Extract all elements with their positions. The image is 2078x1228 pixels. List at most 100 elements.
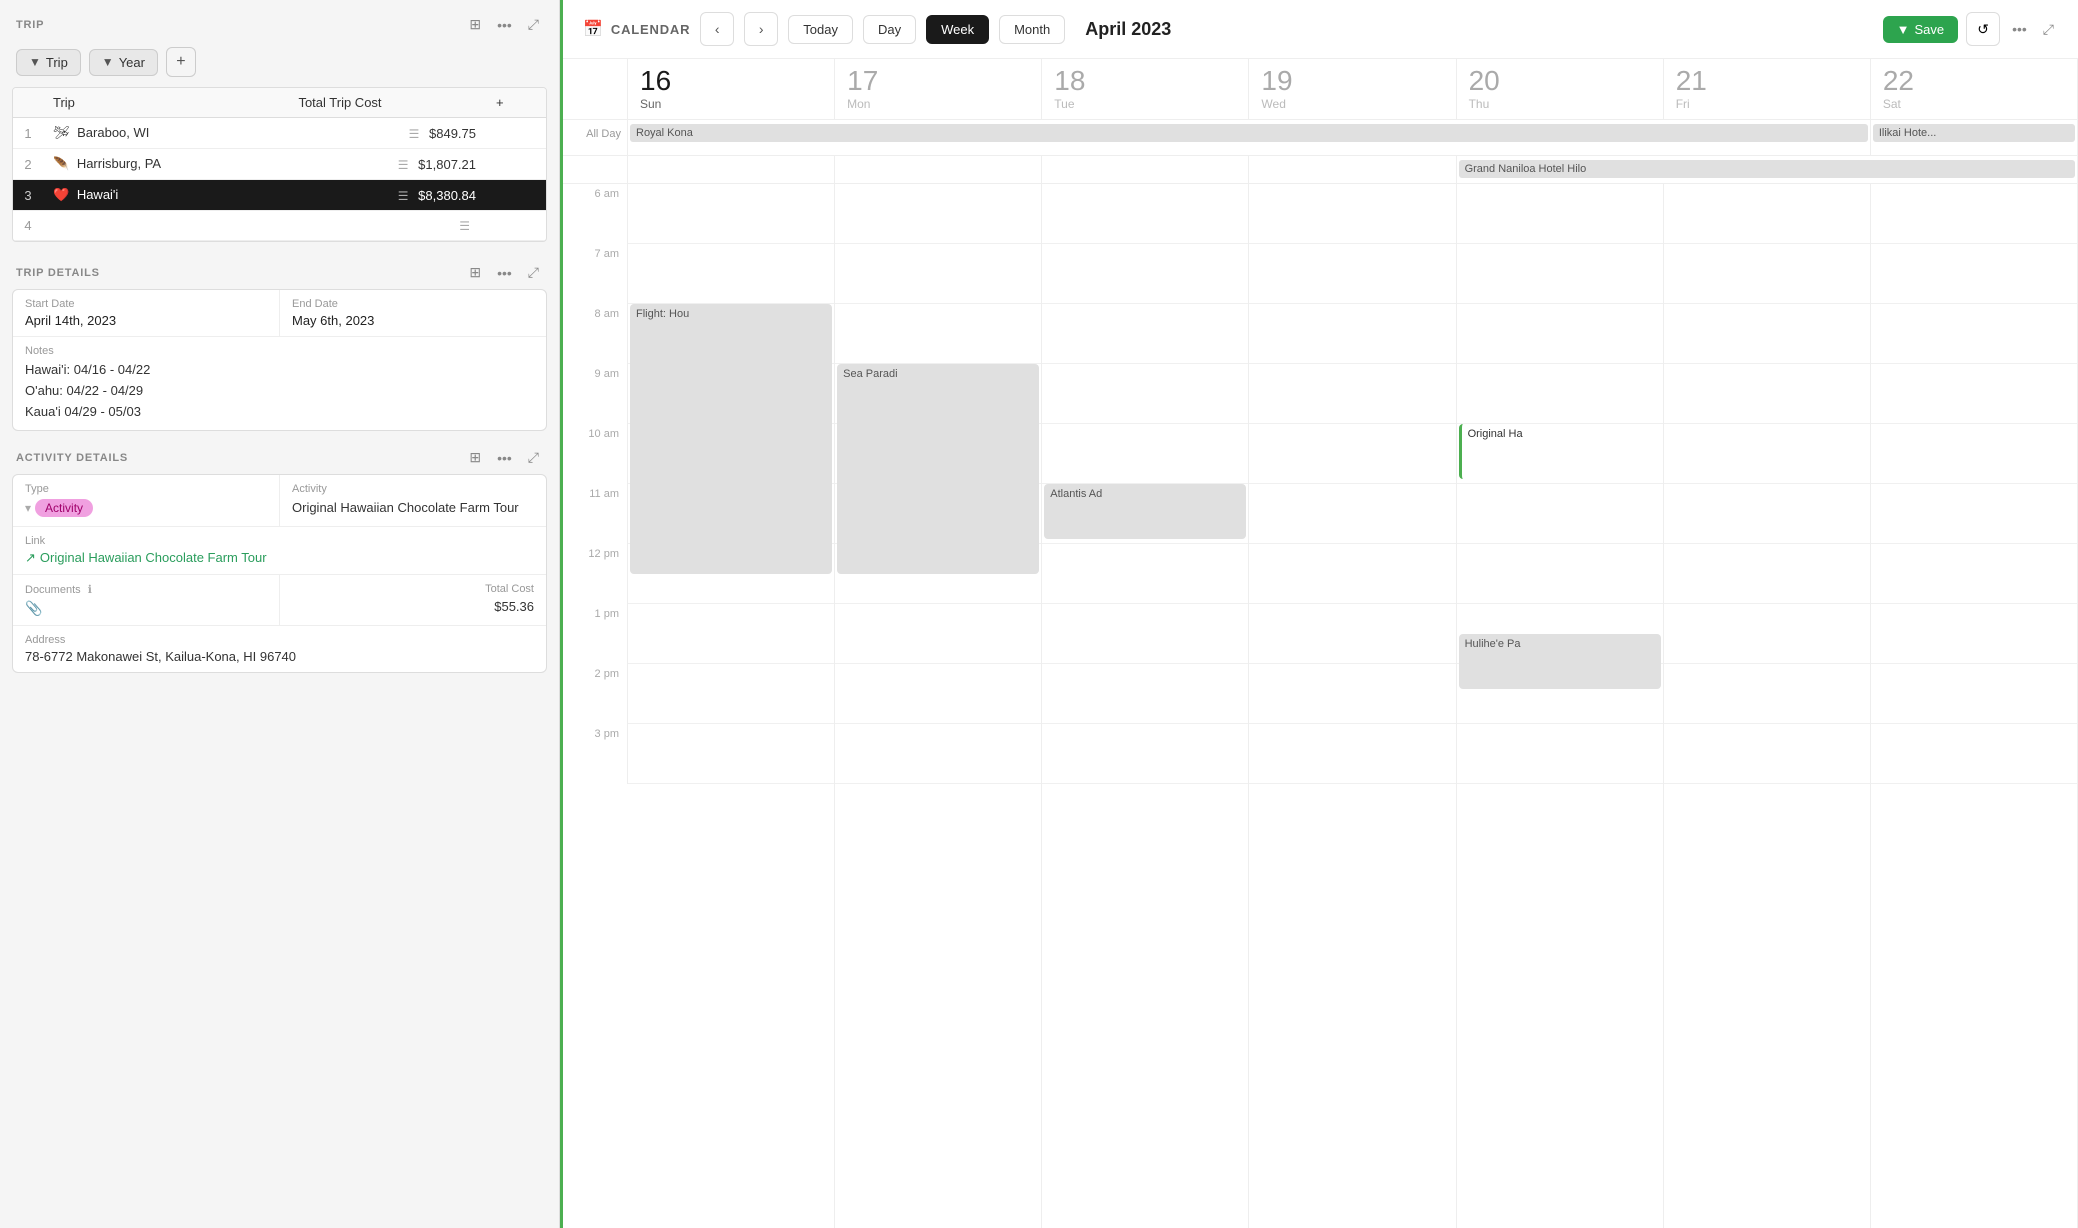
next-btn[interactable]: ›	[744, 12, 778, 46]
add-col-header[interactable]: +	[486, 88, 516, 118]
prev-btn[interactable]: ‹	[700, 12, 734, 46]
time-9am: 9 am	[563, 364, 628, 424]
hulihee-event[interactable]: Hulihe'e Pa	[1459, 634, 1661, 689]
day-name-mon: Mon	[847, 97, 1029, 111]
notes-line: Kaua'i 04/29 - 05/03	[25, 402, 534, 423]
activity-expand-btn[interactable]: ⤢	[524, 447, 543, 468]
notes-content[interactable]: Hawai'i: 04/16 - 04/22O'ahu: 04/22 - 04/…	[25, 360, 534, 422]
flight-event[interactable]: Flight: Hou	[630, 304, 832, 574]
today-btn[interactable]: Today	[788, 15, 853, 44]
total-cost-value[interactable]: $55.36	[292, 599, 534, 614]
start-date-value[interactable]: April 14th, 2023	[25, 313, 267, 328]
trip-section-header: TRIP ⊞ ••• ⤢	[0, 8, 559, 41]
year-funnel-icon: ▼	[102, 55, 114, 69]
day-col-tue: Atlantis Ad	[1042, 184, 1249, 1228]
activity-details-section: ACTIVITY DETAILS ⊞ ••• ⤢ Type ▾ Activity…	[12, 441, 547, 672]
cal-expand-btn[interactable]: ⤢	[2039, 19, 2058, 40]
notes-label: Notes	[25, 345, 534, 357]
save-filter-icon: ▼	[1897, 22, 1910, 37]
refresh-btn[interactable]: ↺	[1966, 12, 2000, 46]
notes-cell: Notes Hawai'i: 04/16 - 04/22O'ahu: 04/22…	[13, 337, 546, 430]
table-row[interactable]: 4 ☰	[13, 211, 546, 241]
trip-details-actions: ⊞ ••• ⤢	[465, 262, 543, 283]
day-name-tue: Tue	[1054, 97, 1236, 111]
royal-kona-bar[interactable]: Royal Kona	[630, 124, 1868, 142]
time-7am: 7 am	[563, 244, 628, 304]
activity-label: Activity	[292, 483, 534, 495]
cost-value: $849.75	[429, 126, 476, 141]
trip-emoji: 🛩	[53, 125, 70, 140]
time-12pm: 12 pm	[563, 544, 628, 604]
table-row[interactable]: 2 🪶 Harrisburg, PA ☰ $1,807.21	[13, 149, 546, 180]
month-year-label: April 2023	[1085, 19, 1171, 40]
filter-year-pill[interactable]: ▼ Year	[89, 49, 158, 76]
ilikai-allday: Ilikai Hote...	[1871, 120, 2078, 155]
day-name-wed: Wed	[1261, 97, 1443, 111]
day-header-mon: 17 Mon	[835, 59, 1042, 119]
trip-section-title: TRIP	[16, 19, 44, 31]
sea-paradise-event[interactable]: Sea Paradi	[837, 364, 1039, 574]
activity-more-btn[interactable]: •••	[493, 448, 516, 468]
add-filter-btn[interactable]: +	[166, 47, 196, 77]
trip-name	[43, 211, 288, 241]
week-btn[interactable]: Week	[926, 15, 989, 44]
end-date-value[interactable]: May 6th, 2023	[292, 313, 534, 328]
header-spacer	[563, 59, 628, 119]
filter-trip-pill[interactable]: ▼ Trip	[16, 49, 81, 76]
table-row[interactable]: 1 🛩 Baraboo, WI ☰ $849.75	[13, 118, 546, 149]
ilikai-bar[interactable]: Ilikai Hote...	[1873, 124, 2075, 142]
type-dropdown[interactable]: ▾ Activity	[25, 499, 267, 517]
doc-icon: ☰	[409, 127, 420, 141]
external-link-icon: ↗	[25, 550, 36, 566]
trip-emoji: 🪶	[53, 156, 69, 171]
cal-more-btn[interactable]: •••	[2008, 19, 2031, 39]
grand-naniloa-bar[interactable]: Grand Naniloa Hotel Hilo	[1459, 160, 2075, 178]
activity-name-value[interactable]: Original Hawaiian Chocolate Farm Tour	[292, 499, 534, 517]
end-date-label: End Date	[292, 298, 534, 310]
time-1pm: 1 pm	[563, 604, 628, 664]
trip-details-filter-btn[interactable]: ⊞	[465, 262, 485, 283]
cost-value: $8,380.84	[418, 188, 476, 203]
address-value[interactable]: 78-6772 Makonawei St, Kailua-Kona, HI 96…	[25, 649, 534, 664]
save-button[interactable]: ▼ Save	[1883, 16, 1959, 43]
day-num-16: 16	[640, 67, 822, 95]
trip-name-text: Harrisburg, PA	[77, 156, 161, 171]
type-label: Type	[25, 483, 267, 495]
trip-details-more-btn[interactable]: •••	[493, 263, 516, 283]
grand-naniloa-allday: Grand Naniloa Hotel Hilo	[1457, 156, 2078, 183]
activity-details-title: ACTIVITY DETAILS	[16, 452, 128, 464]
add-row-btn	[486, 180, 516, 211]
filter-row: ▼ Trip ▼ Year +	[0, 41, 559, 87]
trip-details-expand-btn[interactable]: ⤢	[524, 262, 543, 283]
day-col-wed	[1249, 184, 1456, 1228]
day-header-fri: 21 Fri	[1664, 59, 1871, 119]
type-cell: Type ▾ Activity	[13, 475, 280, 525]
trip-expand-btn[interactable]: ⤢	[524, 14, 543, 35]
trip-more-btn[interactable]: •••	[493, 15, 516, 35]
trip-filter-icon-btn[interactable]: ⊞	[465, 14, 485, 35]
trip-table: Trip Total Trip Cost + 1 🛩 Baraboo, WI ☰…	[12, 87, 547, 242]
trip-cost: ☰ $849.75	[288, 118, 486, 149]
address-label: Address	[25, 634, 534, 646]
table-row[interactable]: 3 ❤️ Hawai'i ☰ $8,380.84	[13, 180, 546, 211]
day-btn[interactable]: Day	[863, 15, 916, 44]
trip-name: 🪶 Harrisburg, PA	[43, 149, 288, 180]
day-name-sun: Sun	[640, 97, 822, 111]
trip-details-section: TRIP DETAILS ⊞ ••• ⤢ Start Date April 14…	[12, 252, 547, 431]
docs-cost-row: Documents ℹ 📎 Total Cost $55.36	[13, 575, 546, 626]
original-ha-event[interactable]: Original Ha	[1459, 424, 1661, 479]
link-value[interactable]: ↗ Original Hawaiian Chocolate Farm Tour	[25, 550, 534, 566]
address-row: Address 78-6772 Makonawei St, Kailua-Kon…	[13, 626, 546, 672]
naniloa-wed	[1249, 156, 1456, 183]
time-8am: 8 am	[563, 304, 628, 364]
month-btn[interactable]: Month	[999, 15, 1065, 44]
activity-filter-btn[interactable]: ⊞	[465, 447, 485, 468]
day-col-fri	[1664, 184, 1871, 1228]
start-date-cell: Start Date April 14th, 2023	[13, 290, 280, 336]
doc-icon: ☰	[398, 189, 409, 203]
all-day-label: All Day	[563, 120, 628, 155]
day-header-sun: 16 Sun	[628, 59, 835, 119]
atlantis-event[interactable]: Atlantis Ad	[1044, 484, 1246, 539]
time-6am: 6 am	[563, 184, 628, 244]
calendar-body: 16 Sun 17 Mon 18 Tue 19 Wed 20 Thu 21 Fr…	[563, 59, 2078, 1228]
